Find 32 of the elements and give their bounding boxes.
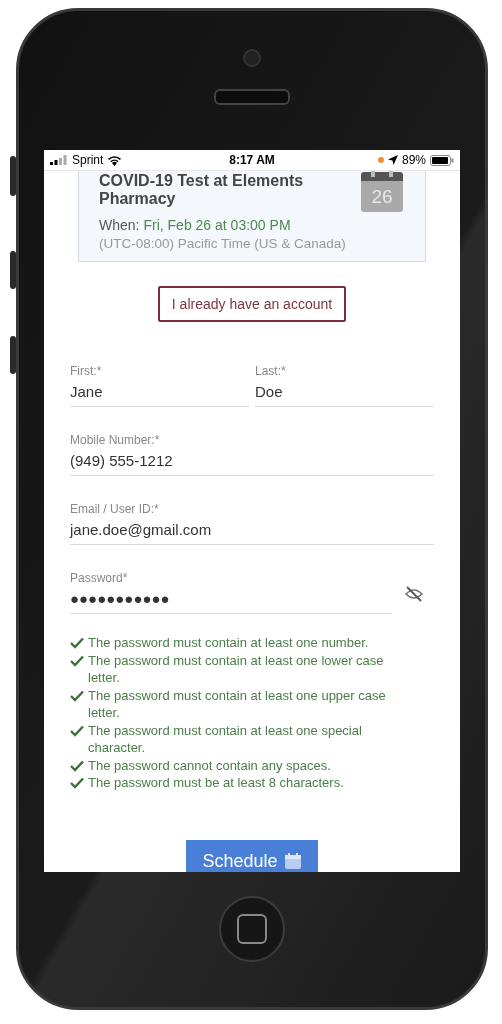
input-field[interactable]: Mobile Number:* (949) 555-1212 [70, 433, 434, 476]
input-field[interactable]: Last:* Doe [255, 364, 434, 407]
timezone-text: (UTC-08:00) Pacific Time (US & Canada) [99, 236, 347, 251]
battery-percent: 89% [402, 153, 426, 167]
carrier-name: Sprint [72, 153, 104, 167]
appointment-time: Fri, Feb 26 at 03:00 PM [143, 217, 291, 233]
input-field[interactable]: First:* Jane [70, 364, 249, 407]
privacy-dot [378, 157, 384, 163]
existing-account-button[interactable]: I already have an account [157, 286, 347, 322]
calendar-icon: 26 [361, 171, 405, 214]
schedule-button[interactable]: Schedule [186, 839, 318, 872]
input-field[interactable]: Email / User ID:* jane.doe@gmail.com [70, 502, 434, 545]
password-rule: The password must be at least 8 characters. [88, 774, 344, 792]
calendar-icon [283, 852, 302, 870]
status-time: 8:17 AM [229, 153, 275, 167]
side-button[interactable] [10, 336, 16, 374]
side-button[interactable] [10, 156, 16, 196]
location-arrow-icon [388, 155, 398, 165]
signal-icon [50, 155, 68, 165]
password-rule: The password must contain at least one number. [88, 634, 369, 652]
password-rule: The password must contain at least one lower case letter. [88, 651, 385, 687]
password-rule: The password must contain at least one special character. [88, 721, 363, 757]
password-rule: The password cannot contain any spaces. [88, 756, 331, 774]
when-label: When: [99, 217, 140, 233]
side-button[interactable] [10, 251, 16, 289]
password-rule: The password must contain at least one upper case letter. [88, 686, 387, 722]
wifi-icon [107, 154, 123, 166]
input-field[interactable]: Password* ●●●●●●●●●●● [70, 571, 392, 614]
hide-password-icon[interactable] [404, 584, 424, 604]
appointment-title: COVID-19 Test at Elements Pharmacy [99, 172, 305, 208]
battery-icon [430, 154, 454, 166]
camera-icon [243, 49, 261, 67]
